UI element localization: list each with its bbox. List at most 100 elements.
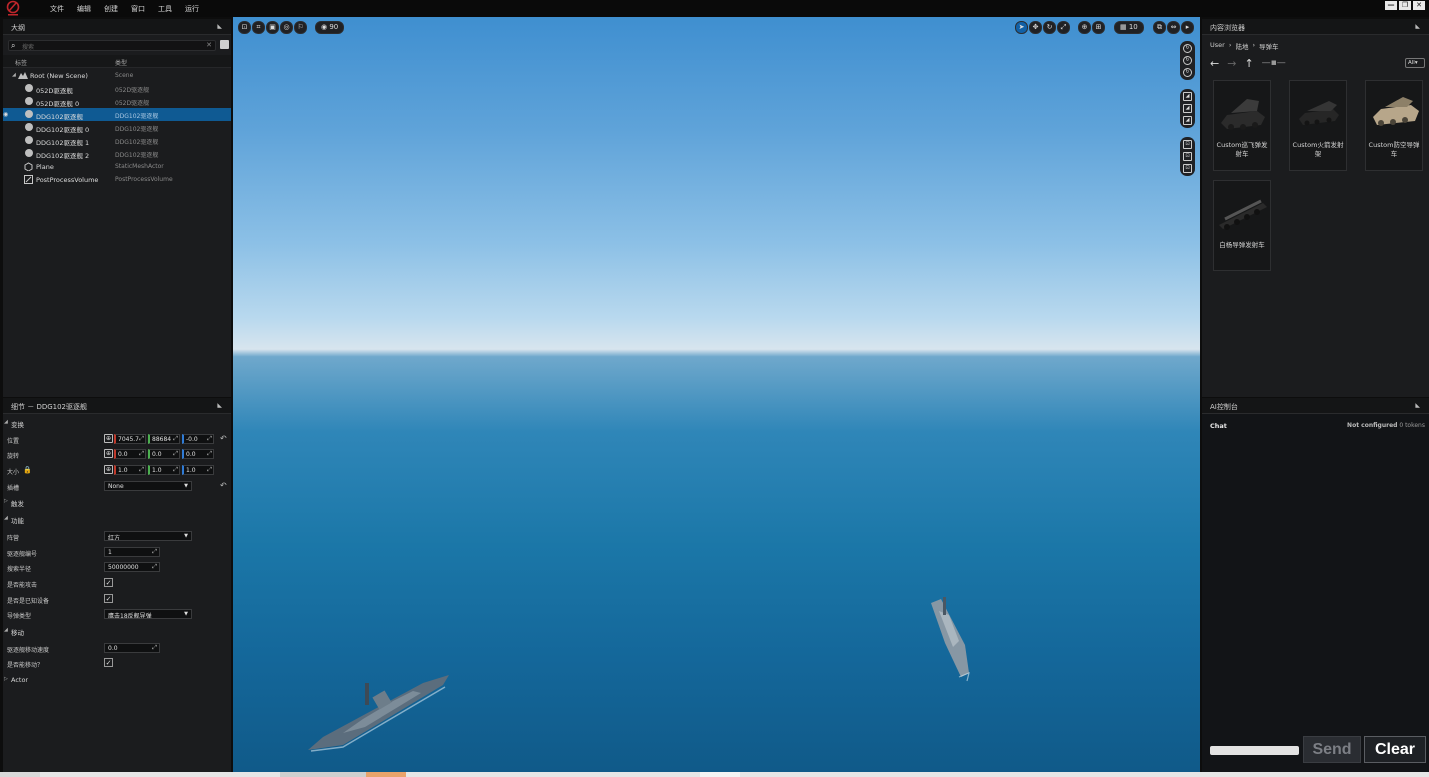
asset-tile[interactable]: Custom防空导弹车 — [1365, 80, 1423, 171]
asset-tile[interactable]: 白杨导弹发射车 — [1213, 180, 1271, 271]
drag-handle-icon[interactable]: ⤢ — [152, 548, 157, 556]
scale-snap-icon[interactable]: ⊡ — [1183, 164, 1192, 173]
drag-handle-icon[interactable]: ⤢ — [207, 450, 212, 458]
fov-button[interactable]: ◉ 90 — [315, 21, 345, 34]
undo-icon[interactable]: ↶ — [220, 481, 227, 490]
breadcrumb-item[interactable]: User — [1210, 41, 1225, 51]
destroyer-ship-right[interactable] — [925, 595, 975, 685]
drag-handle-icon[interactable]: ⤢ — [207, 466, 212, 474]
scale-y-input[interactable]: 1.0 ⤢ — [148, 465, 180, 475]
grid-snap-button[interactable]: ▦ 10 — [1114, 21, 1144, 34]
asset-tile[interactable]: Custom火箭发射架 — [1289, 80, 1347, 171]
menu-run[interactable]: 运行 — [185, 4, 199, 14]
rotate-snap-icon[interactable]: ↻ — [1183, 56, 1192, 65]
clear-search-icon[interactable]: ✕ — [206, 41, 212, 49]
undo-icon[interactable]: ↶ — [220, 434, 227, 443]
drag-handle-icon[interactable]: ⤢ — [139, 450, 144, 458]
outliner-row[interactable]: DDG102驱逐舰 0 DDG102驱逐舰 — [3, 121, 231, 134]
thumbnail-size-slider[interactable]: —▪— — [1262, 58, 1286, 70]
maximize-button[interactable]: ❐ — [1399, 1, 1411, 10]
camp-select[interactable]: 红方 ▼ — [104, 531, 192, 541]
drag-handle-icon[interactable]: ⤢ — [152, 563, 157, 571]
outliner-row[interactable]: DDG102驱逐舰 2 DDG102驱逐舰 — [3, 147, 231, 160]
drag-handle-icon[interactable]: ⤢ — [173, 466, 178, 474]
position-z-input[interactable]: -0.0 ⤢ — [182, 434, 214, 444]
outliner-row[interactable]: ◢ Root (New Scene) Scene — [3, 69, 231, 82]
maximize-viewport-icon[interactable]: ⇔ — [1167, 21, 1180, 34]
outliner-row[interactable]: Plane StaticMeshActor — [3, 160, 231, 173]
column-label[interactable]: 标签 — [15, 58, 27, 67]
section-transform[interactable]: ◢ 变换 — [3, 416, 231, 430]
move-speed-input[interactable]: 0.0 ⤢ — [104, 643, 160, 653]
scale-tool-icon[interactable]: ⤢ — [1057, 21, 1070, 34]
socket-select[interactable]: None ▼ — [104, 481, 192, 491]
outliner-row[interactable]: 052D驱逐舰 0 052D驱逐舰 — [3, 95, 231, 108]
section-actor[interactable]: ▷ Actor — [3, 673, 231, 687]
ship-no-input[interactable]: 1 ⤢ — [104, 547, 160, 557]
taskbar-segment[interactable] — [700, 772, 740, 777]
visibility-eye-icon[interactable]: ◉ — [3, 111, 8, 118]
position-y-input[interactable]: 88684 ⤢ — [148, 434, 180, 444]
taskbar-segment-active[interactable] — [366, 772, 406, 777]
viewport-fov[interactable]: ◉ 90 — [315, 21, 345, 34]
outliner-row-selected[interactable]: ◉ DDG102驱逐舰 DDG102驱逐舰 — [3, 108, 231, 121]
expand-arrow-icon[interactable]: ◢ — [12, 72, 16, 78]
outliner-row[interactable]: 052D驱逐舰 052D驱逐舰 — [3, 82, 231, 95]
position-x-input[interactable]: 7045.7 ⤢ — [114, 434, 146, 444]
rotation-x-input[interactable]: 0.0 ⤢ — [114, 449, 146, 459]
panel-corner-icon[interactable]: ◣ — [217, 402, 222, 409]
menu-edit[interactable]: 编辑 — [77, 4, 91, 14]
scale-snap-icon[interactable]: ⊡ — [1183, 140, 1192, 149]
panel-corner-icon[interactable]: ◣ — [217, 23, 222, 30]
minimize-button[interactable]: — — [1385, 1, 1397, 10]
breadcrumb-item[interactable]: 导弹车 — [1259, 41, 1279, 51]
filter-dropdown[interactable]: All▾ — [1405, 58, 1425, 68]
taskbar-segment[interactable] — [0, 772, 40, 777]
angle-icon[interactable]: ◢ — [1183, 92, 1192, 101]
column-type[interactable]: 类型 — [115, 58, 127, 67]
eye-icon[interactable]: ◎ — [280, 21, 293, 34]
drag-handle-icon[interactable]: ⤢ — [139, 435, 144, 443]
surface-snap-icon[interactable]: ⊞ — [1092, 21, 1105, 34]
bookmark-icon[interactable]: ⚐ — [294, 21, 307, 34]
drag-handle-icon[interactable]: ⤢ — [152, 644, 157, 652]
drag-handle-icon[interactable]: ⤢ — [207, 435, 212, 443]
search-radius-input[interactable]: 50000000 ⤢ — [104, 562, 160, 572]
section-trigger[interactable]: ▷ 触发 — [3, 495, 231, 509]
send-button[interactable]: Send — [1303, 736, 1361, 763]
drag-handle-icon[interactable]: ⤢ — [173, 435, 178, 443]
reset-rotation-icon[interactable]: ⊕ — [104, 449, 113, 458]
up-arrow-icon[interactable]: ↑ — [1244, 57, 1253, 70]
asset-tile[interactable]: Custom巡飞弹发射车 — [1213, 80, 1271, 171]
back-arrow-icon[interactable]: ← — [1210, 57, 1219, 70]
forward-arrow-icon[interactable]: → — [1227, 57, 1236, 70]
reset-scale-icon[interactable]: ⊕ — [104, 465, 113, 474]
angle-icon[interactable]: ◢ — [1183, 104, 1192, 113]
has-equipment-checkbox[interactable]: ✓ — [104, 594, 113, 603]
scene-viewport[interactable]: ⊡ ⌗ ▣ ◎ ⚐ ◉ 90 ➤ ✥ ↻ ⤢ ⊕ ⊞ ▦ 10 ⧉ ⇔ ▸ ↻ … — [233, 17, 1200, 772]
can-attack-checkbox[interactable]: ✓ — [104, 578, 113, 587]
section-move[interactable]: ◢ 移动 — [3, 624, 231, 638]
reset-position-icon[interactable]: ⊕ — [104, 434, 113, 443]
scale-z-input[interactable]: 1.0 ⤢ — [182, 465, 214, 475]
clear-button[interactable]: Clear — [1364, 736, 1426, 763]
breadcrumb-item[interactable]: 陆地 — [1235, 41, 1248, 51]
menu-window[interactable]: 窗口 — [131, 4, 145, 14]
drag-handle-icon[interactable]: ⤢ — [139, 466, 144, 474]
select-tool-icon[interactable]: ➤ — [1015, 21, 1028, 34]
outliner-row[interactable]: PostProcessVolume PostProcessVolume — [3, 173, 231, 186]
angle-icon[interactable]: ◢ — [1183, 116, 1192, 125]
outliner-row[interactable]: DDG102驱逐舰 1 DDG102驱逐舰 — [3, 134, 231, 147]
panel-corner-icon[interactable]: ◣ — [1415, 23, 1420, 30]
lock-icon[interactable]: 🔒 — [23, 466, 32, 474]
move-tool-icon[interactable]: ✥ — [1029, 21, 1042, 34]
layout-icon[interactable]: ⧉ — [1153, 21, 1166, 34]
folder-icon[interactable] — [220, 40, 229, 49]
rotate-snap-icon[interactable]: ↻ — [1183, 44, 1192, 53]
world-space-icon[interactable]: ⊕ — [1078, 21, 1091, 34]
menu-tools[interactable]: 工具 — [158, 4, 172, 14]
panel-corner-icon[interactable]: ◣ — [1415, 402, 1420, 409]
section-function[interactable]: ◢ 功能 — [3, 512, 231, 526]
menu-create[interactable]: 创建 — [104, 4, 118, 14]
missile-type-select[interactable]: 鹰击18反舰导弹 ▼ — [104, 609, 192, 619]
